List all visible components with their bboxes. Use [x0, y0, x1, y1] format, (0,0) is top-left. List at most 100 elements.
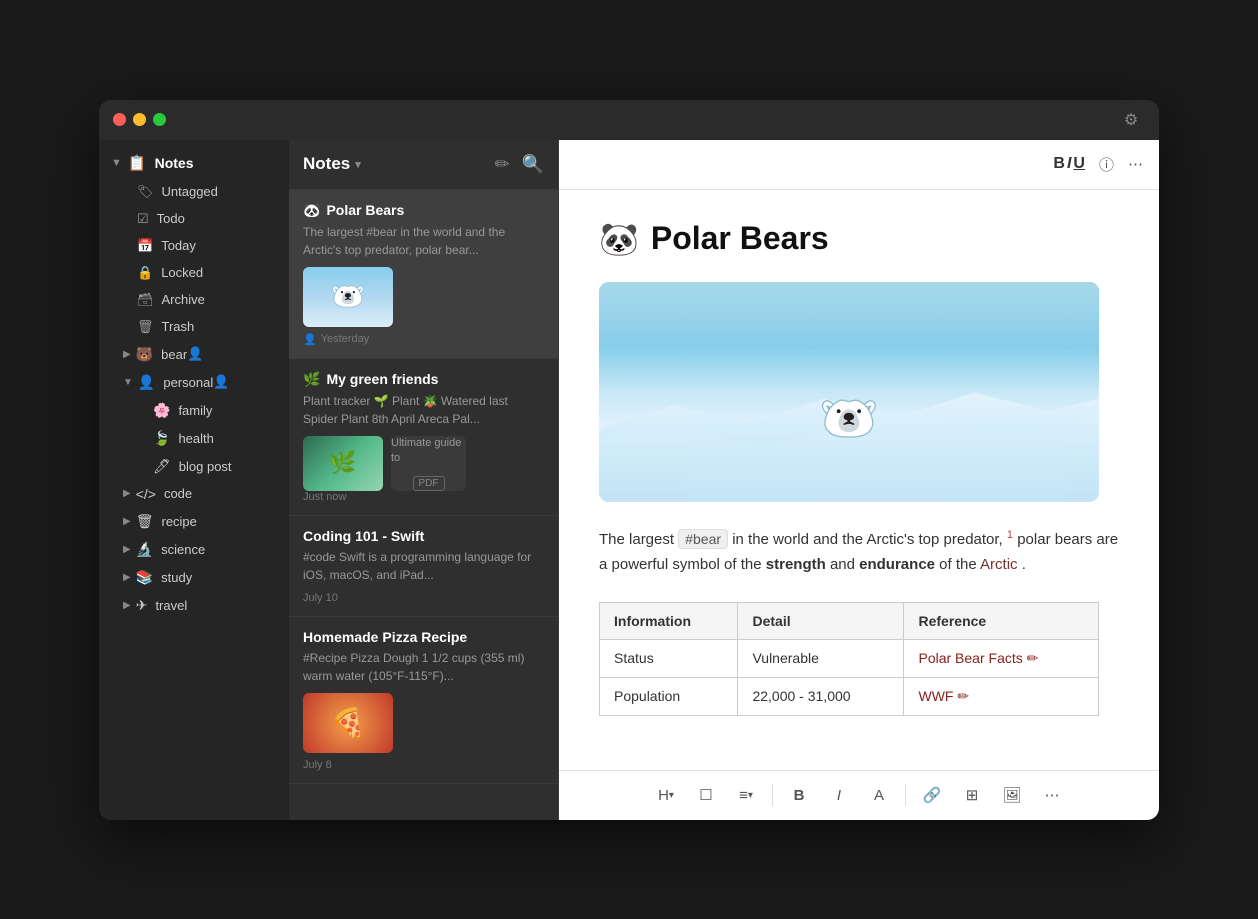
- info-toolbar-button[interactable]: ⓘ: [1099, 154, 1114, 175]
- bold-toolbar-label[interactable]: B: [1053, 155, 1065, 173]
- sidebar-group-personal-label: personal: [163, 375, 213, 390]
- table-row-population: Population 22,000 - 31,000 WWF ✏: [600, 677, 1099, 715]
- sidebar-item-todo[interactable]: ☑ Todo: [105, 206, 283, 232]
- search-button[interactable]: 🔍: [522, 154, 544, 175]
- bear-group-icon: 🐻: [136, 346, 153, 363]
- notes-list-chevron-icon: ▾: [355, 158, 361, 171]
- science-group-chevron-icon: ▶: [123, 544, 131, 555]
- polar-bear-facts-link[interactable]: Polar Bear Facts ✏: [918, 650, 1038, 666]
- note-item-green-friends[interactable]: 🌿 My green friends Plant tracker 🌱 Plant…: [289, 359, 558, 516]
- notes-list-content: 🐼 Polar Bears The largest #bear in the w…: [289, 190, 558, 820]
- coding-preview: #code Swift is a programming language fo…: [303, 548, 544, 584]
- recipe-group-chevron-icon: ▶: [123, 516, 131, 527]
- sidebar-item-health[interactable]: 🍃 health: [105, 425, 283, 452]
- untagged-icon: 🏷: [137, 184, 154, 200]
- image-icon: 🖼: [1002, 786, 1021, 804]
- code-group-chevron-icon: ▶: [123, 488, 131, 499]
- link-button[interactable]: 🔗: [915, 778, 949, 812]
- table-row-status: Status Vulnerable Polar Bear Facts ✏: [600, 639, 1099, 677]
- sidebar-group-recipe[interactable]: ▶ 🗑 recipe: [105, 508, 283, 535]
- underline-toolbar-label[interactable]: U: [1073, 155, 1085, 173]
- green-friends-title: 🌿 My green friends: [303, 371, 544, 388]
- maximize-button[interactable]: [153, 113, 166, 126]
- sidebar-group-bear[interactable]: ▶ 🐻 bear 👤: [105, 341, 283, 368]
- editor-title: 🐼 Polar Bears: [599, 220, 1119, 258]
- sidebar-group-travel[interactable]: ▶ ✈ travel: [105, 592, 283, 619]
- trash-icon: 🗑: [137, 319, 154, 335]
- polar-bears-preview: The largest #bear in the world and the A…: [303, 223, 544, 259]
- note-item-polar-bears[interactable]: 🐼 Polar Bears The largest #bear in the w…: [289, 190, 558, 359]
- note-item-pizza[interactable]: Homemade Pizza Recipe #Recipe Pizza Doug…: [289, 617, 558, 784]
- table-button[interactable]: ⊞: [955, 778, 989, 812]
- italic-icon: I: [837, 787, 841, 804]
- wwf-link[interactable]: WWF ✏: [918, 688, 969, 704]
- more-bottom-button[interactable]: ⋯: [1035, 778, 1069, 812]
- travel-group-chevron-icon: ▶: [123, 600, 131, 611]
- para-part5: of the: [939, 556, 980, 573]
- sidebar-item-today-label: Today: [161, 238, 196, 253]
- sidebar-item-blog-post[interactable]: 🖊 blog post: [105, 453, 283, 480]
- editor-title-emoji: 🐼: [599, 220, 639, 258]
- sidebar-group-personal[interactable]: ▼ 👤 personal 👤: [105, 369, 283, 396]
- table-icon: ⊞: [966, 786, 979, 804]
- note-item-coding[interactable]: Coding 101 - Swift #code Swift is a prog…: [289, 516, 558, 617]
- table-cell-status-detail: Vulnerable: [738, 639, 904, 677]
- para-bold1: strength: [766, 556, 826, 573]
- sidebar-item-health-label: health: [178, 431, 213, 446]
- checkbox-button[interactable]: ☐: [689, 778, 723, 812]
- checkbox-icon: ☐: [699, 786, 712, 804]
- close-button[interactable]: [113, 113, 126, 126]
- table-header-detail: Detail: [738, 602, 904, 639]
- editor-content[interactable]: 🐼 Polar Bears 🐻‍❄️: [559, 190, 1159, 770]
- more-toolbar-button[interactable]: ⋯: [1128, 155, 1143, 173]
- sidebar-notes-label: Notes: [155, 155, 194, 171]
- sidebar-group-science[interactable]: ▶ 🔬 science: [105, 536, 283, 563]
- sidebar-item-untagged[interactable]: 🏷 Untagged: [105, 179, 283, 205]
- italic-button[interactable]: I: [822, 778, 856, 812]
- para-link[interactable]: Arctic: [980, 556, 1018, 573]
- heading-chevron-icon: ▾: [669, 790, 674, 801]
- edit-icon: ✏: [1027, 650, 1039, 666]
- new-note-button[interactable]: ✏: [494, 154, 509, 175]
- editor-bottom-toolbar: H ▾ ☐ ≡ ▾ B I A: [559, 770, 1159, 820]
- sidebar-notes-header[interactable]: ▼ 📋 Notes: [99, 148, 289, 178]
- settings-icon[interactable]: ⚙: [1117, 106, 1145, 134]
- pizza-preview: #Recipe Pizza Dough 1 1/2 cups (355 ml) …: [303, 649, 544, 685]
- sidebar-item-locked-label: Locked: [161, 265, 203, 280]
- heading-icon: H: [658, 787, 669, 804]
- biu-toolbar: B I U: [1053, 155, 1085, 173]
- sidebar-group-study[interactable]: ▶ 📚 study: [105, 564, 283, 591]
- sidebar-item-trash[interactable]: 🗑 Trash: [105, 314, 283, 340]
- list-icon: ≡: [739, 787, 748, 804]
- sidebar-item-family[interactable]: 🌸 family: [105, 397, 283, 424]
- list-chevron-icon: ▾: [748, 790, 753, 801]
- sidebar-item-today[interactable]: 📅 Today: [105, 233, 283, 259]
- sidebar-item-archive[interactable]: 🗃 Archive: [105, 287, 283, 313]
- bear-emoji-large: 🐻‍❄️: [819, 390, 879, 447]
- sidebar-item-locked[interactable]: 🔒 Locked: [105, 260, 283, 286]
- health-icon: 🍃: [153, 430, 170, 447]
- table-cell-population-info: Population: [600, 677, 738, 715]
- polar-bears-date: 👤 Yesterday: [303, 333, 544, 346]
- italic-toolbar-label[interactable]: I: [1067, 155, 1071, 173]
- image-button[interactable]: 🖼: [995, 778, 1029, 812]
- sidebar-group-bear-label: bear: [161, 347, 187, 362]
- sidebar-group-recipe-label: recipe: [161, 514, 196, 529]
- bear-group-badge: 👤: [187, 346, 203, 362]
- notes-chevron-icon: ▼: [111, 157, 122, 169]
- table-cell-status-info: Status: [600, 639, 738, 677]
- family-icon: 🌸: [153, 402, 170, 419]
- heading-button[interactable]: H ▾: [649, 778, 683, 812]
- para-part6: .: [1022, 556, 1026, 573]
- todo-icon: ☑: [137, 211, 149, 227]
- para-superscript: 1: [1007, 529, 1013, 541]
- bold-button[interactable]: B: [782, 778, 816, 812]
- highlight-button[interactable]: A: [862, 778, 896, 812]
- minimize-button[interactable]: [133, 113, 146, 126]
- table-cell-population-ref: WWF ✏: [904, 677, 1099, 715]
- green-friends-thumbnail: 🌿: [303, 436, 383, 491]
- sidebar-group-code[interactable]: ▶ </> code: [105, 481, 283, 507]
- sidebar-group-study-label: study: [161, 570, 192, 585]
- app-body: ▼ 📋 Notes 🏷 Untagged ☑ Todo 📅 Today 🔒 Lo…: [99, 140, 1159, 820]
- list-button[interactable]: ≡ ▾: [729, 778, 763, 812]
